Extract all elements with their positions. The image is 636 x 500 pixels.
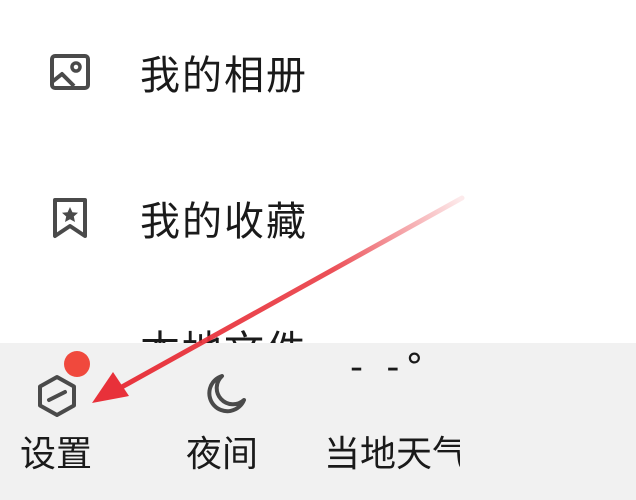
bottom-toolbar: 设置 夜间 - -° 当地天气: [0, 343, 636, 500]
settings-button[interactable]: 设置: [0, 343, 140, 500]
night-mode-button[interactable]: 夜间: [170, 343, 280, 500]
night-mode-label: 夜间: [186, 434, 259, 475]
bookmark-star-icon: [53, 198, 87, 238]
photo-album-icon: [50, 54, 90, 90]
menu-item-my-favorites[interactable]: 我的收藏: [0, 158, 636, 278]
local-weather-label: 当地天气: [324, 434, 460, 475]
app-screen: 我的相册 我的收藏 本地文件 设置 夜间 - -° 当地天气: [0, 0, 636, 500]
temperature-value: - -°: [350, 347, 430, 388]
local-weather-button[interactable]: - -° 当地天气: [300, 343, 460, 500]
notification-badge: [64, 351, 90, 377]
menu-item-label: 我的收藏: [140, 199, 308, 245]
settings-hexagon-icon: [38, 375, 76, 417]
menu-item-label: 我的相册: [140, 53, 308, 99]
settings-label: 设置: [20, 434, 93, 475]
moon-icon: [207, 374, 246, 414]
menu-item-my-album[interactable]: 我的相册: [0, 12, 636, 132]
